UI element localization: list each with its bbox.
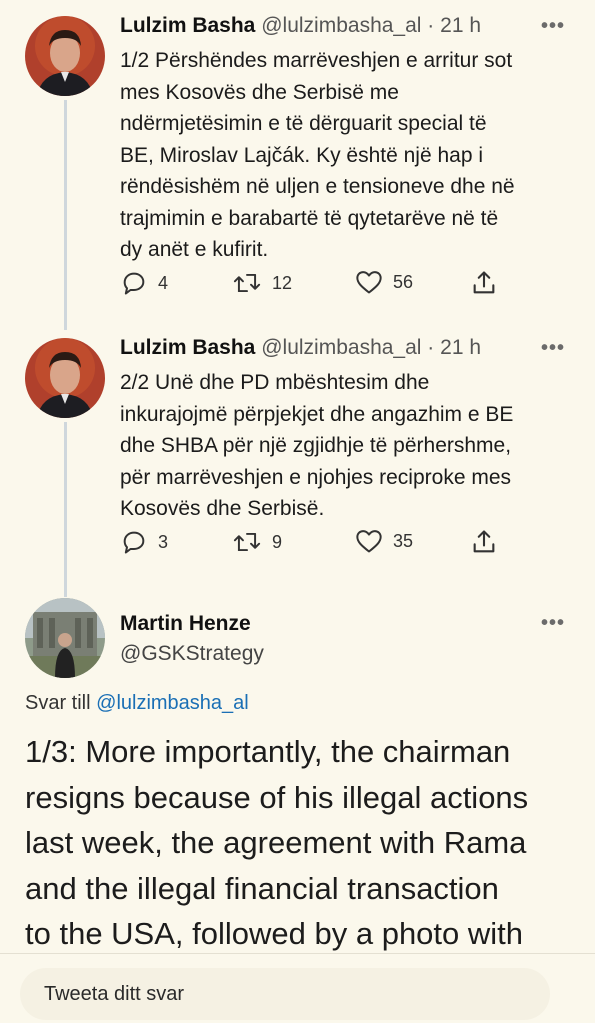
tweet-text-line: last week, the agreement with Rama: [25, 825, 527, 860]
tweet-text-line: Kosovës dhe Serbisë.: [120, 497, 325, 520]
retweet-icon: [233, 532, 261, 552]
more-options-icon[interactable]: •••: [541, 15, 565, 38]
tweet-text-line: inkurajojmë përpjekjet dhe angazhim e BE: [120, 402, 514, 426]
tweet-text-line: mes Kosovës dhe Serbisë me: [120, 80, 399, 104]
reply-count: 4: [158, 272, 169, 293]
thread-line: [64, 422, 67, 597]
tweet-text-line: BE, Miroslav Lajčák. Ky është një hap i: [120, 143, 484, 167]
retweet-button[interactable]: 12: [232, 269, 292, 297]
retweet-button[interactable]: 9: [232, 528, 282, 556]
retweet-icon: [233, 273, 261, 293]
avatar[interactable]: [25, 16, 105, 96]
tweet-text-line: dy anët e kufirit.: [120, 238, 269, 261]
share-icon: [473, 530, 495, 553]
tweet-text-line: ndërmjetësimin e të dërguarit special të: [120, 112, 487, 135]
tweet-text: 2/2 Unë dhe PD mbështesim dhe inkurajojm…: [120, 367, 570, 525]
tweet-text-line: dhe SHBA për një zgjidhje të përhershme,: [120, 434, 512, 457]
reply-mention-link[interactable]: @lulzimbasha_al: [96, 692, 249, 714]
reply-button[interactable]: 3: [120, 528, 168, 556]
author-name[interactable]: Lulzim Basha: [120, 14, 255, 37]
like-count: 56: [393, 271, 414, 292]
share-button[interactable]: [470, 528, 498, 556]
author-handle[interactable]: @lulzimbasha_al: [261, 336, 421, 359]
share-button[interactable]: [470, 269, 498, 297]
tweet-actions: 3 9 35: [120, 528, 510, 558]
thread-line: [64, 100, 67, 330]
reply-bar: Tweeta ditt svar: [0, 953, 595, 1023]
tweet-text-line: trajmimin e barabartë të qytetarëve në t…: [120, 206, 499, 230]
tweet-2[interactable]: Lulzim Basha @lulzimbasha_al · 21 h ••• …: [0, 322, 595, 597]
tweet-header: Lulzim Basha @lulzimbasha_al · 21 h: [120, 336, 481, 360]
timestamp[interactable]: 21 h: [440, 14, 481, 37]
retweet-count: 12: [272, 272, 293, 293]
avatar[interactable]: [25, 338, 105, 418]
focused-tweet: Martin Henze @GSKStrategy ••• Svar till …: [0, 592, 595, 953]
timestamp[interactable]: 21 h: [440, 336, 481, 359]
tweet-text-line: 1/3: More importantly, the chairman: [25, 734, 511, 769]
like-button[interactable]: 56: [355, 269, 413, 295]
avatar[interactable]: [25, 598, 105, 678]
tweet-header: Lulzim Basha @lulzimbasha_al · 21 h: [120, 14, 481, 38]
tweet-text: 1/3: More importantly, the chairman resi…: [25, 729, 580, 957]
tweet-text-line: and the illegal financial transaction: [25, 870, 499, 906]
share-icon: [473, 271, 495, 294]
reply-prefix: Svar till: [25, 692, 91, 714]
tweet-text-line: rëndësishëm në uljen e tensioneve dhe në: [120, 175, 515, 198]
author-handle[interactable]: @lulzimbasha_al: [261, 14, 421, 37]
separator-dot: ·: [427, 336, 435, 359]
like-count: 35: [393, 530, 414, 551]
tweet-text-line: to the USA, followed by a photo with: [25, 916, 524, 951]
tweet-1[interactable]: Lulzim Basha @lulzimbasha_al · 21 h ••• …: [0, 0, 595, 330]
author-name[interactable]: Martin Henze: [120, 612, 251, 636]
heart-icon: [356, 271, 382, 294]
separator-dot: ·: [427, 14, 435, 37]
author-handle[interactable]: @GSKStrategy: [120, 642, 264, 666]
reply-context: Svar till @lulzimbasha_al: [25, 692, 249, 715]
reply-button[interactable]: 4: [120, 269, 168, 297]
more-options-icon[interactable]: •••: [541, 612, 565, 635]
more-options-icon[interactable]: •••: [541, 337, 565, 360]
reply-input[interactable]: Tweeta ditt svar: [20, 968, 550, 1020]
tweet-text-line: 2/2 Unë dhe PD mbështesim dhe: [120, 371, 430, 394]
tweet-text-line: për marrëveshjen e njohjes reciproke mes: [120, 465, 512, 489]
heart-icon: [356, 530, 382, 553]
reply-count: 3: [158, 531, 169, 552]
tweet-text-line: 1/2 Përshëndes marrëveshjen e arritur so…: [120, 49, 513, 72]
retweet-count: 9: [272, 531, 283, 552]
author-name[interactable]: Lulzim Basha: [120, 336, 255, 359]
reply-icon: [123, 272, 145, 295]
tweet-text: 1/2 Përshëndes marrëveshjen e arritur so…: [120, 45, 570, 266]
tweet-actions: 4 12 56: [120, 269, 510, 299]
like-button[interactable]: 35: [355, 528, 413, 554]
reply-icon: [123, 531, 145, 554]
tweet-text-line: resigns because of his illegal actions: [25, 779, 529, 815]
